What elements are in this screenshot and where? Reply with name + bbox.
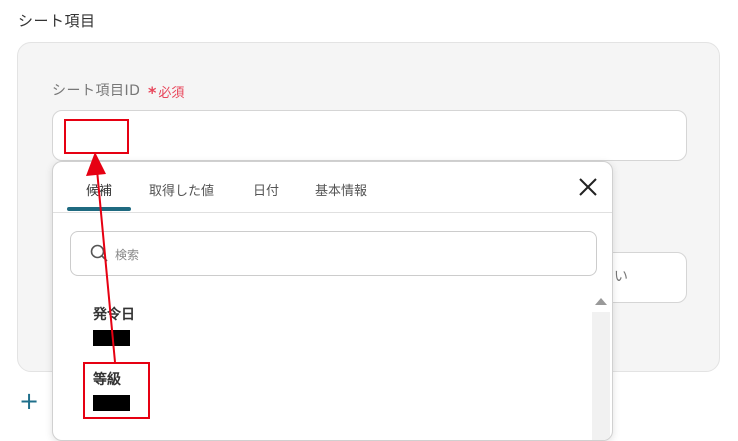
scroll-up-icon[interactable]: [595, 298, 607, 305]
list-item[interactable]: 等級: [93, 369, 130, 411]
tab-date[interactable]: 日付: [253, 180, 279, 199]
candidate-dropdown: 候補 取得した値 日付 基本情報 発令日 等級: [52, 161, 613, 441]
redacted-value: [93, 395, 130, 411]
redacted-value: [93, 330, 130, 346]
list-item[interactable]: 発令日: [93, 304, 135, 346]
required-text: 必須: [158, 86, 185, 101]
partial-input-text: い: [614, 269, 628, 285]
tab-candidates[interactable]: 候補: [86, 180, 112, 199]
search-box: [70, 231, 597, 276]
list-scrollbar[interactable]: [591, 292, 611, 440]
add-item-button[interactable]: +: [19, 389, 39, 413]
section-title: シート項目: [18, 12, 96, 30]
list-item-label: 発令日: [93, 307, 135, 323]
required-star-icon: *: [148, 83, 157, 102]
scroll-track[interactable]: [592, 312, 610, 440]
search-input[interactable]: [113, 233, 587, 276]
close-icon[interactable]: [577, 176, 599, 198]
required-badge: * 必須: [148, 82, 184, 102]
active-tab-underline: [67, 207, 131, 211]
tab-basic-info[interactable]: 基本情報: [315, 180, 367, 199]
sheet-item-id-input[interactable]: [52, 110, 687, 161]
field-label: シート項目ID: [52, 83, 141, 99]
dropdown-tabs: 候補 取得した値 日付 基本情報: [53, 162, 612, 213]
list-item-label: 等級: [93, 372, 121, 388]
tab-retrieved-values[interactable]: 取得した値: [149, 180, 214, 199]
search-icon: [90, 244, 110, 264]
